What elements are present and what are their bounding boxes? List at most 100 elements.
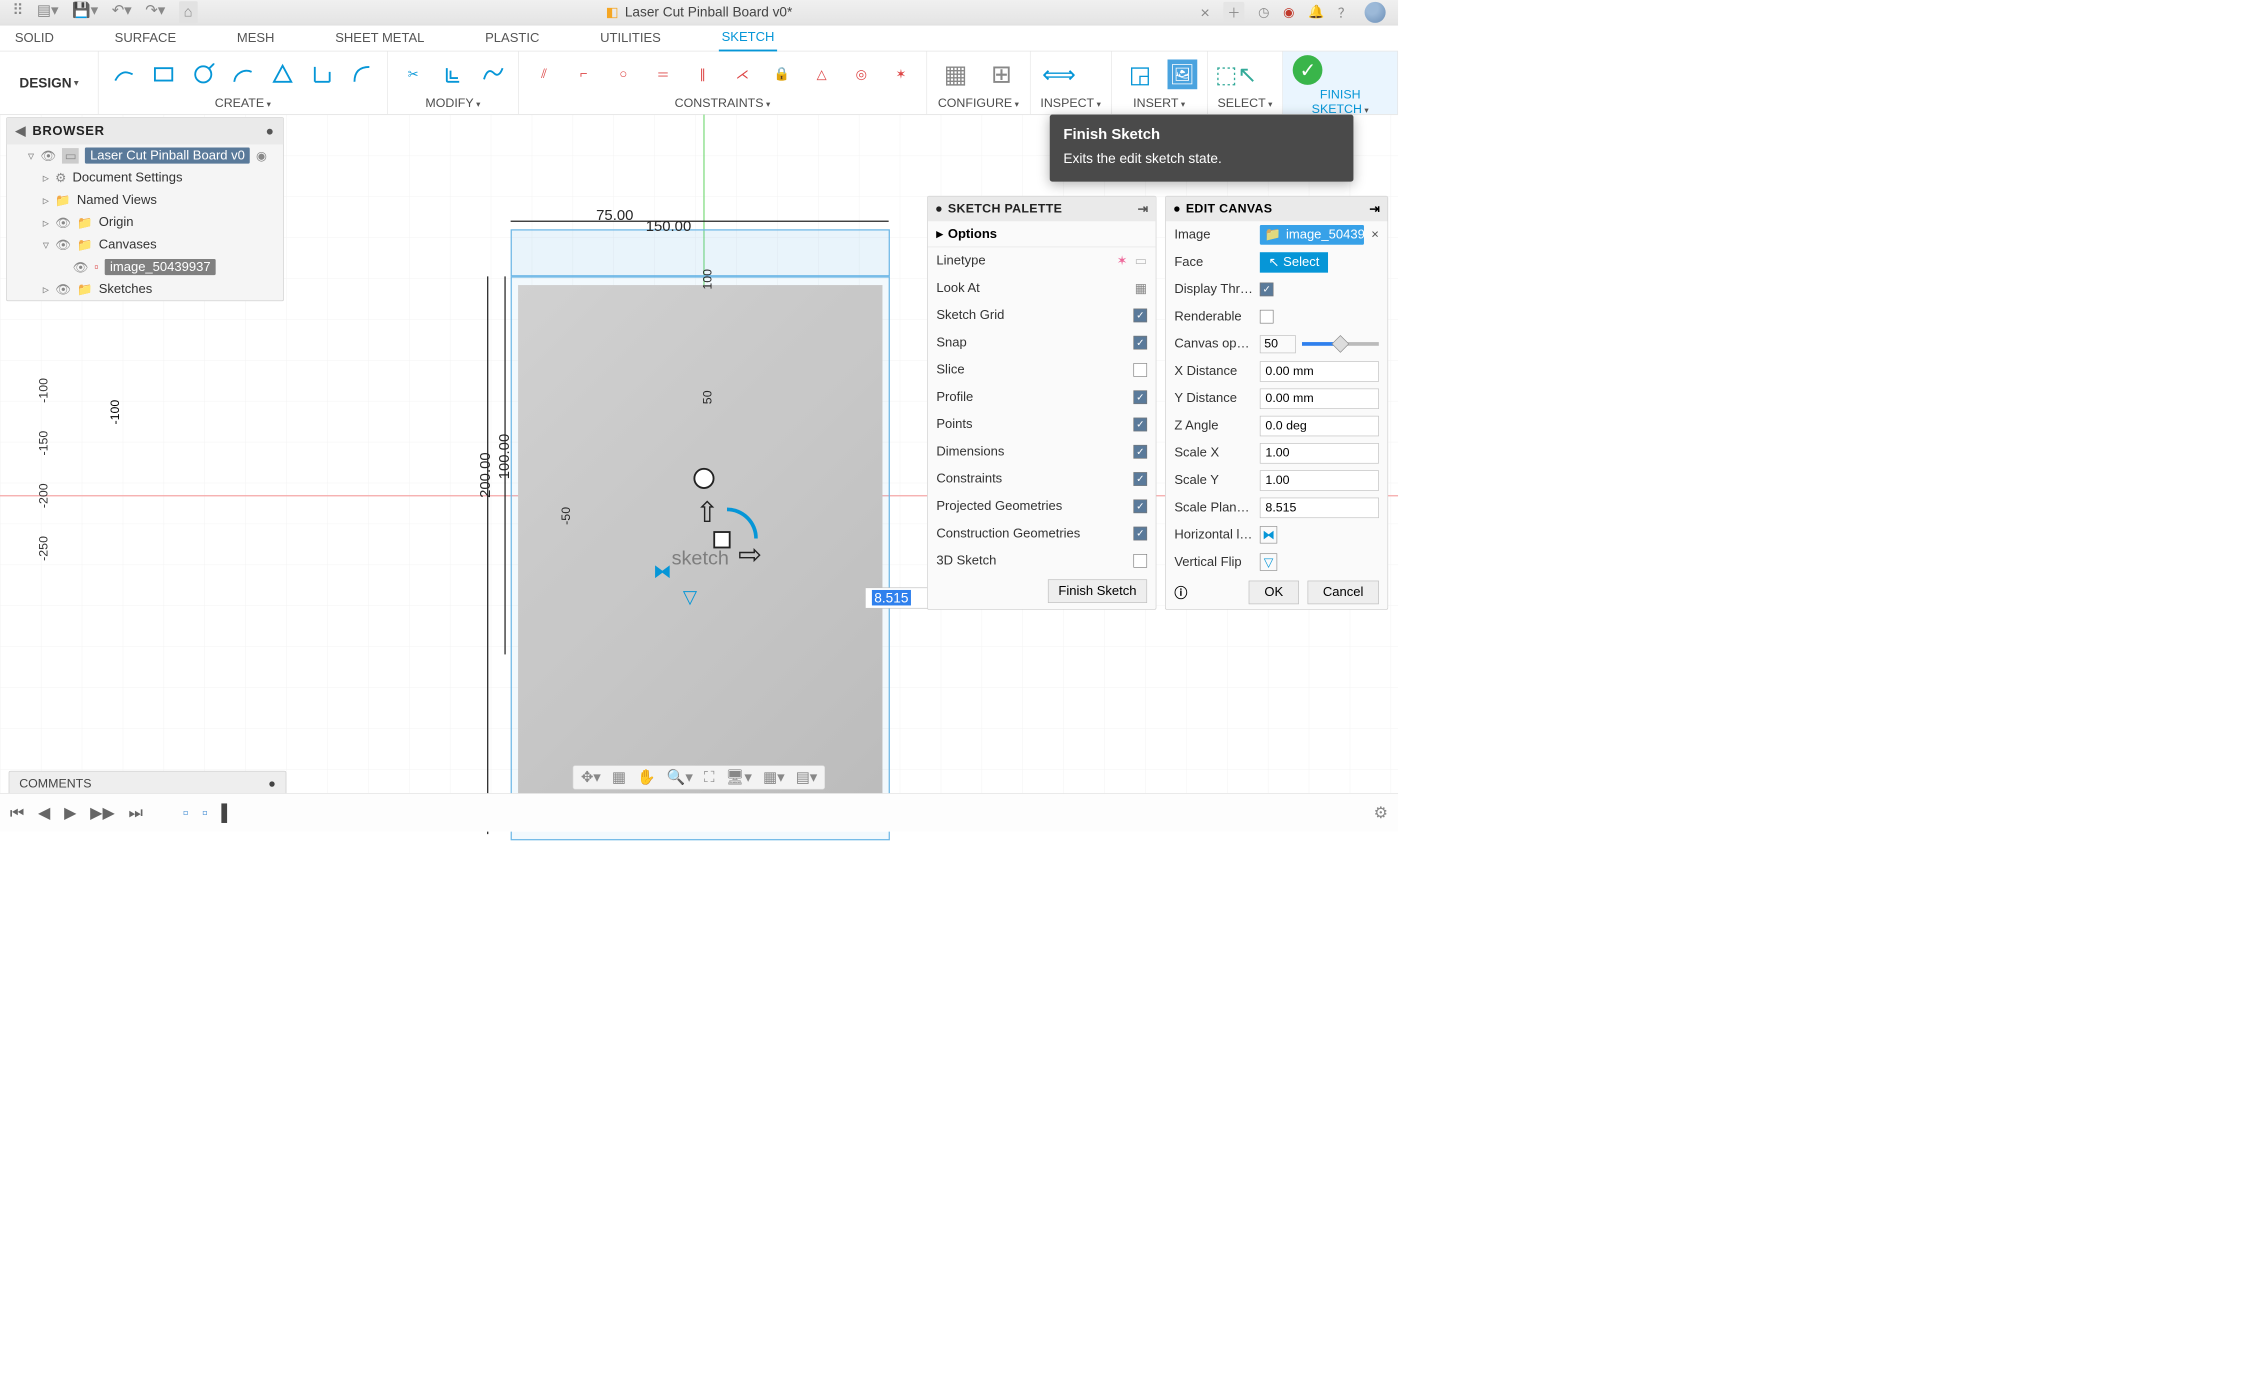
palette-row-lookat[interactable]: Look At▦ bbox=[928, 275, 1156, 302]
tangent-constraint-icon[interactable]: ✶ bbox=[885, 59, 916, 90]
checkbox-3dsketch[interactable] bbox=[1133, 554, 1147, 568]
linetype-icon2[interactable]: ▭ bbox=[1135, 253, 1147, 268]
configure-plus-icon[interactable]: ⊞ bbox=[983, 56, 1020, 93]
midpoint-constraint-icon[interactable]: △ bbox=[806, 59, 837, 90]
browser-header[interactable]: ◀ BROWSER ● bbox=[7, 118, 283, 145]
opacity-slider[interactable] bbox=[1302, 342, 1379, 346]
edit-row-scalepl[interactable]: Scale Plan… bbox=[1166, 494, 1388, 521]
timeline-prev-icon[interactable]: ◀ bbox=[38, 803, 50, 822]
finish-sketch-check-icon[interactable]: ✓ bbox=[1293, 55, 1323, 85]
panel-pin-icon[interactable]: ⇥ bbox=[1369, 201, 1380, 216]
palette-row-constraints[interactable]: Constraints✓ bbox=[928, 465, 1156, 492]
scale-input-value[interactable]: 8.515 bbox=[872, 590, 911, 605]
timeline-next-icon[interactable]: ▶▶ bbox=[90, 803, 115, 822]
z-angle-input[interactable] bbox=[1260, 416, 1379, 436]
viewport[interactable]: -250 -200 -150 -100 -100 Finish Sketch E… bbox=[0, 115, 1398, 794]
palette-row-slice[interactable]: Slice bbox=[928, 356, 1156, 383]
constraints-group-label[interactable]: CONSTRAINTS bbox=[529, 94, 917, 114]
tab-sketch[interactable]: SKETCH bbox=[719, 25, 777, 52]
manipulator-right-arrow-icon[interactable]: ⇨ bbox=[738, 537, 762, 570]
checkbox-slice[interactable] bbox=[1133, 363, 1147, 377]
checkbox-construction[interactable]: ✓ bbox=[1133, 527, 1147, 541]
collapse-icon[interactable]: ◀ bbox=[15, 123, 26, 138]
sketch-geometry[interactable]: sketch 75.00 150.00 200.00 100.00 100 50… bbox=[481, 229, 890, 849]
notifications-icon[interactable]: 🔔 bbox=[1308, 5, 1324, 20]
insert-derive-icon[interactable]: ◲ bbox=[1121, 56, 1158, 93]
design-workspace-button[interactable]: DESIGN bbox=[0, 51, 98, 114]
browser-item-document-settings[interactable]: ▹⚙Document Settings bbox=[7, 167, 283, 189]
palette-row-dimensions[interactable]: Dimensions✓ bbox=[928, 438, 1156, 465]
edit-row-ydist[interactable]: Y Distance bbox=[1166, 385, 1388, 412]
rectangle-tool-icon[interactable] bbox=[148, 59, 179, 90]
x-distance-input[interactable] bbox=[1260, 361, 1379, 381]
browser-menu-icon[interactable]: ● bbox=[266, 123, 275, 139]
tab-utilities[interactable]: UTILITIES bbox=[598, 26, 664, 51]
scale-x-input[interactable] bbox=[1260, 443, 1379, 463]
grid-settings-icon[interactable]: ▦▾ bbox=[763, 768, 785, 786]
coincident-constraint-icon[interactable]: ○ bbox=[608, 59, 639, 90]
checkbox-display-through[interactable]: ✓ bbox=[1260, 283, 1274, 297]
job-status-icon[interactable]: ◉ bbox=[1283, 5, 1294, 20]
slot-tool-icon[interactable] bbox=[307, 59, 338, 90]
checkbox-renderable[interactable] bbox=[1260, 310, 1274, 324]
browser-root[interactable]: ▿👁▭ Laser Cut Pinball Board v0◉ bbox=[7, 144, 283, 166]
dimension-icon[interactable]: ⫽ bbox=[529, 59, 560, 90]
tab-mesh[interactable]: MESH bbox=[234, 26, 277, 51]
horizontal-constraint-icon[interactable]: ⌐ bbox=[568, 59, 599, 90]
manipulator-ring[interactable] bbox=[693, 468, 714, 489]
tab-sheet-metal[interactable]: SHEET METAL bbox=[333, 26, 427, 51]
polygon-tool-icon[interactable] bbox=[267, 59, 298, 90]
checkbox-points[interactable]: ✓ bbox=[1133, 418, 1147, 432]
sketch-palette-header[interactable]: ● SKETCH PALETTE⇥ bbox=[928, 196, 1156, 221]
edit-row-scalex[interactable]: Scale X bbox=[1166, 439, 1388, 466]
orbit-icon[interactable]: ✥▾ bbox=[581, 768, 601, 786]
horizontal-flip-icon[interactable]: ⧓ bbox=[1260, 526, 1277, 543]
viewport-settings-icon[interactable]: ▤▾ bbox=[796, 768, 818, 786]
measure-icon[interactable]: ⟺ bbox=[1040, 56, 1077, 93]
create-group-label[interactable]: CREATE bbox=[108, 94, 377, 114]
scissors-icon[interactable]: ✂ bbox=[398, 59, 429, 90]
parallel-constraint-icon[interactable]: ∥ bbox=[687, 59, 718, 90]
fillet-icon[interactable] bbox=[477, 59, 508, 90]
display-settings-icon[interactable]: 🖥▾ bbox=[726, 768, 752, 786]
inspect-group-label[interactable]: INSPECT bbox=[1040, 94, 1101, 114]
scale-y-input[interactable] bbox=[1260, 470, 1379, 490]
fit-icon[interactable]: ⛶ bbox=[704, 769, 714, 786]
zoom-icon[interactable]: 🔍▾ bbox=[667, 768, 693, 786]
file-new-icon[interactable]: ▤▾ bbox=[37, 1, 59, 23]
checkbox-grid[interactable]: ✓ bbox=[1133, 309, 1147, 323]
info-icon[interactable]: ⓘ bbox=[1174, 583, 1187, 602]
insert-group-label[interactable]: INSERT bbox=[1121, 94, 1197, 114]
palette-row-profile[interactable]: Profile✓ bbox=[928, 384, 1156, 411]
palette-row-3dsketch[interactable]: 3D Sketch bbox=[928, 547, 1156, 574]
manipulator-rotate-arc-icon[interactable] bbox=[727, 508, 758, 539]
line-tool-icon[interactable] bbox=[108, 59, 139, 90]
dimension-h1[interactable]: 200.00 bbox=[477, 452, 494, 497]
checkbox-projected[interactable]: ✓ bbox=[1133, 499, 1147, 513]
redo-icon[interactable]: ↷▾ bbox=[145, 1, 165, 23]
flip-y-handle-icon[interactable]: ▽ bbox=[683, 586, 697, 608]
palette-section-options[interactable]: ▸ Options bbox=[928, 221, 1156, 247]
save-icon[interactable]: 💾▾ bbox=[72, 1, 98, 23]
arc-tool-icon[interactable] bbox=[227, 59, 258, 90]
move-manipulator[interactable]: ⇧ ⇨ bbox=[676, 468, 788, 598]
tab-surface[interactable]: SURFACE bbox=[112, 26, 178, 51]
manipulator-plane-handle-icon[interactable] bbox=[713, 531, 730, 548]
edit-row-xdist[interactable]: X Distance bbox=[1166, 358, 1388, 385]
extensions-icon[interactable]: ◷ bbox=[1258, 5, 1269, 20]
palette-row-points[interactable]: Points✓ bbox=[928, 411, 1156, 438]
home-icon[interactable]: ⌂ bbox=[179, 1, 198, 23]
edit-row-vflip[interactable]: Vertical Flip▽ bbox=[1166, 548, 1388, 575]
timeline-play-icon[interactable]: ▶ bbox=[64, 803, 76, 822]
finish-sketch-button[interactable]: Finish Sketch bbox=[1048, 579, 1147, 603]
clear-image-icon[interactable]: × bbox=[1369, 227, 1379, 242]
select-face-button[interactable]: ↖Select bbox=[1260, 252, 1328, 272]
comments-menu-icon[interactable]: ● bbox=[268, 777, 275, 791]
timeline-settings-icon[interactable]: ⚙ bbox=[1374, 803, 1388, 822]
fix-constraint-icon[interactable]: 🔒 bbox=[767, 59, 798, 90]
edit-row-zangle[interactable]: Z Angle bbox=[1166, 412, 1388, 439]
modify-group-label[interactable]: MODIFY bbox=[398, 94, 508, 114]
slider-knob[interactable] bbox=[1332, 335, 1350, 353]
browser-item-canvases[interactable]: ▿👁📁Canvases bbox=[7, 234, 283, 256]
checkbox-constraints[interactable]: ✓ bbox=[1133, 472, 1147, 486]
